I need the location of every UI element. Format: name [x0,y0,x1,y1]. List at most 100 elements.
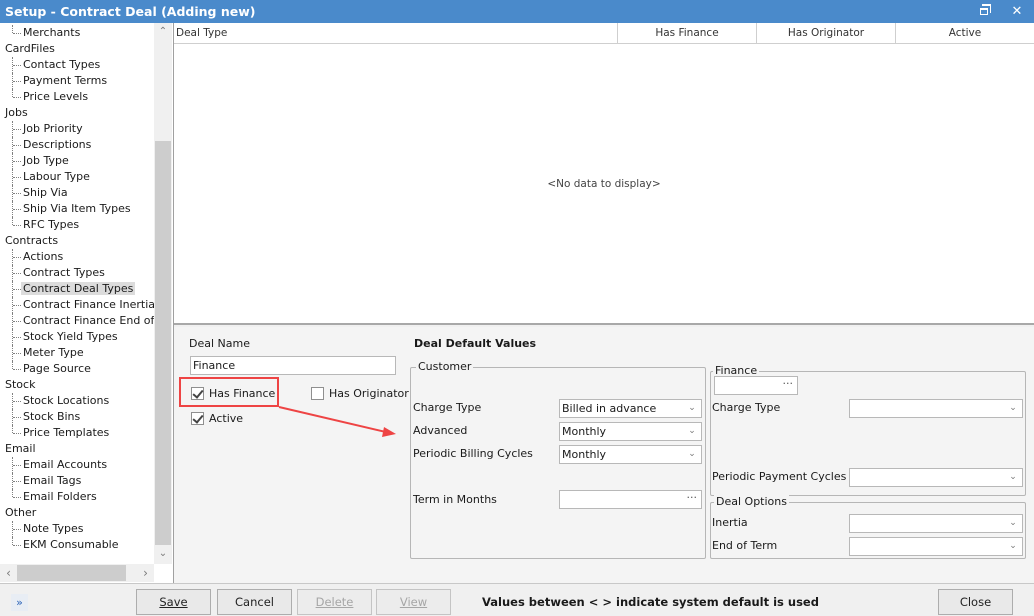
tree-item[interactable]: Ship Via Item Types [0,201,154,217]
view-button[interactable]: View [376,589,451,615]
active-label[interactable]: Active [209,412,243,425]
chevron-down-icon[interactable]: ⌄ [1007,538,1019,555]
tree-item[interactable]: Merchants [0,25,154,41]
chevron-down-icon[interactable]: ⌄ [686,400,698,417]
tree-item[interactable]: Page Source [0,361,154,377]
tree-group[interactable]: Email [0,441,154,457]
end-of-term-select[interactable]: ⌄ [849,537,1023,556]
tree-item-label: Stock Locations [23,394,110,407]
tree-item[interactable]: Job Type [0,153,154,169]
periodic-billing-cycles-label: Periodic Billing Cycles [413,447,533,460]
customer-groupbox: Customer Charge Type Billed in advance ⌄… [410,360,706,559]
column-header-has-finance[interactable]: Has Finance [618,23,757,44]
footer-bar: » Save Cancel Delete View Values between… [0,583,1034,616]
column-header-active[interactable]: Active [896,23,1034,44]
tree-item[interactable]: Stock Yield Types [0,329,154,345]
tree-item[interactable]: Contract Types [0,265,154,281]
chevron-down-icon[interactable]: ⌄ [1007,400,1019,417]
periodic-payment-cycles-select[interactable]: ⌄ [849,468,1023,487]
tree-item[interactable]: Stock Locations [0,393,154,409]
finance-charge-type-label: Charge Type [712,401,781,414]
tree-item[interactable]: Contract Deal Types [0,281,154,297]
hscroll-thumb[interactable] [17,565,126,581]
system-default-note: Values between < > indicate system defau… [482,595,819,609]
scroll-right-icon[interactable]: › [137,564,154,582]
column-header-deal-type[interactable]: Deal Type [174,23,618,44]
tree-item[interactable]: Price Levels [0,89,154,105]
tree-group[interactable]: Contracts [0,233,154,249]
expand-icon[interactable]: » [11,594,28,611]
end-of-term-label: End of Term [712,539,778,552]
tree-item[interactable]: Contract Finance End of Te [0,313,170,329]
scroll-down-icon[interactable]: ⌄ [154,545,172,562]
tree-item[interactable]: Meter Type [0,345,154,361]
scroll-up-icon[interactable]: ⌃ [154,23,172,40]
tree-horizontal-scrollbar[interactable]: ‹ › [0,564,154,582]
finance-lookup-input[interactable]: ··· [714,376,798,395]
tree-item[interactable]: Stock Bins [0,409,154,425]
scroll-left-icon[interactable]: ‹ [0,564,17,582]
chevron-down-icon[interactable]: ⌄ [686,446,698,463]
periodic-billing-cycles-value: Monthly [562,448,607,461]
close-icon[interactable]: ✕ [1004,0,1030,23]
tree-item[interactable]: Email Tags [0,473,154,489]
column-header-has-originator[interactable]: Has Originator [757,23,896,44]
tree-item-label: Stock Yield Types [23,330,118,343]
close-button[interactable]: Close [938,589,1013,615]
view-button-label: View [399,595,428,609]
ellipsis-icon[interactable]: ··· [687,489,698,506]
delete-button[interactable]: Delete [297,589,372,615]
tree-item[interactable]: Descriptions [0,137,154,153]
tree-group[interactable]: Jobs [0,105,154,121]
customer-charge-type-select[interactable]: Billed in advance ⌄ [559,399,702,418]
deal-options-groupbox: Deal Options Inertia ⌄ End of Term ⌄ [710,495,1026,559]
advanced-label: Advanced [413,424,468,437]
tree-group[interactable]: Other [0,505,154,521]
tree-vertical-scrollbar[interactable]: ⌃ ⌄ [154,23,172,564]
tree-item[interactable]: Job Priority [0,121,154,137]
tree-item-label: Actions [23,250,64,263]
save-button[interactable]: Save [136,589,211,615]
tree-group[interactable]: Stock [0,377,154,393]
has-originator-checkbox[interactable] [311,387,324,400]
tree-item[interactable]: Email Folders [0,489,154,505]
inertia-label: Inertia [712,516,748,529]
tree-item[interactable]: Price Templates [0,425,154,441]
window-title: Setup - Contract Deal (Adding new) [5,4,256,19]
advanced-select[interactable]: Monthly ⌄ [559,422,702,441]
tree-item-label: Contract Deal Types [21,282,136,295]
ellipsis-icon[interactable]: ··· [783,375,794,392]
tree-item-label: Job Priority [23,122,83,135]
active-checkbox[interactable] [191,412,204,425]
tree-item[interactable]: Labour Type [0,169,154,185]
tree-item[interactable]: Note Types [0,521,154,537]
tree-group[interactable]: CardFiles [0,41,154,57]
tree-item-label: Contact Types [23,58,101,71]
periodic-billing-cycles-select[interactable]: Monthly ⌄ [559,445,702,464]
setup-tree-panel: Merchants CardFiles Contact Types Payment T… [0,23,174,583]
tree-item[interactable]: Payment Terms [0,73,154,89]
deal-options-legend: Deal Options [714,495,789,508]
tree-item[interactable]: Ship Via [0,185,154,201]
restore-icon[interactable] [972,0,998,23]
tree-item[interactable]: RFC Types [0,217,154,233]
chevron-down-icon[interactable]: ⌄ [1007,515,1019,532]
save-button-label: Save [159,595,188,609]
chevron-down-icon[interactable]: ⌄ [1007,469,1019,486]
tree-item[interactable]: Contract Finance Inertia [0,297,155,313]
has-originator-label[interactable]: Has Originator [329,387,409,400]
scroll-thumb[interactable] [155,141,171,545]
finance-groupbox: Finance ··· Charge Type ⌄ Periodic Payme… [710,364,1026,496]
tree-item-label: Email Tags [23,474,82,487]
tree-item[interactable]: Contact Types [0,57,154,73]
chevron-down-icon[interactable]: ⌄ [686,423,698,440]
tree-item[interactable]: Actions [0,249,154,265]
deal-name-input[interactable]: Finance [190,356,396,375]
finance-charge-type-select[interactable]: ⌄ [849,399,1023,418]
tree-item[interactable]: EKM Consumable [0,537,154,553]
cancel-button[interactable]: Cancel [217,589,292,615]
inertia-select[interactable]: ⌄ [849,514,1023,533]
term-in-months-input[interactable]: ··· [559,490,702,509]
deal-types-grid[interactable]: Deal Type Has Finance Has Originator Act… [174,23,1034,325]
tree-item[interactable]: Email Accounts [0,457,154,473]
